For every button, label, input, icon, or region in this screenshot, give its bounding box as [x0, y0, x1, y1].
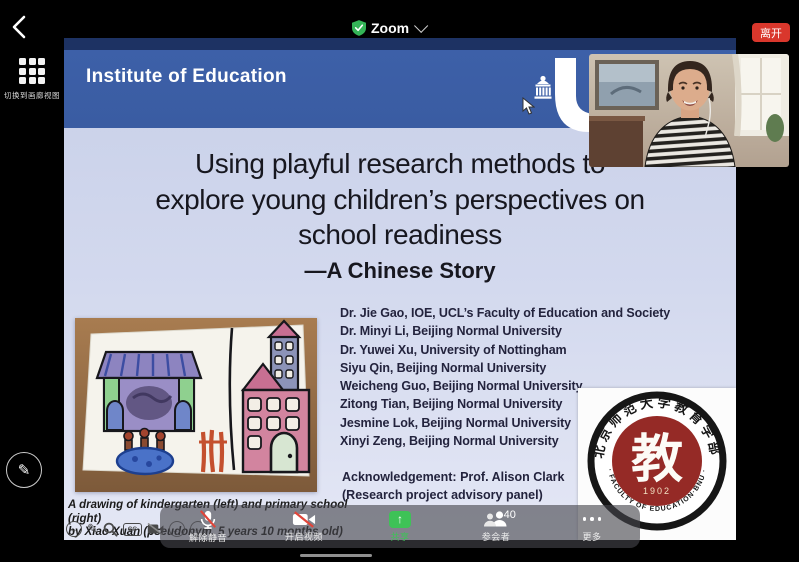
- more-dots-icon: [583, 511, 602, 528]
- more-label: 更多: [582, 530, 601, 543]
- framed-painting: [595, 60, 659, 110]
- participants-label: 参会者: [482, 530, 511, 543]
- closed-captions-icon: CC: [123, 523, 142, 536]
- magnifier-icon: [103, 522, 118, 537]
- unmute-label: 解除静音: [189, 531, 227, 544]
- participant-count: 40: [504, 509, 516, 521]
- switch-to-gallery-view-button[interactable]: 切换到画廊视图: [0, 58, 64, 101]
- author-line: Dr. Yuwei Xu, University of Nottingham: [340, 341, 670, 359]
- mouse-cursor: [522, 97, 535, 120]
- pencil-icon: ✎: [18, 461, 31, 479]
- start-video-button[interactable]: 开启视频: [256, 505, 352, 548]
- plant: [766, 114, 784, 142]
- zoom-meeting-screen: Zoom 离开 切换到画廊视图 ✎ Institute of Education: [0, 0, 799, 562]
- title-line: school readiness: [64, 217, 736, 253]
- acknowledgement: Acknowledgement: Prof. Alison Clark (Res…: [342, 468, 565, 504]
- gallery-view-label: 切换到画廊视图: [0, 90, 64, 101]
- more-button[interactable]: 更多: [544, 505, 640, 548]
- chevron-down-icon: [414, 19, 428, 33]
- chevron-left-icon: [8, 14, 32, 40]
- slide-draw-icon: ✎: [87, 521, 98, 537]
- home-indicator[interactable]: [300, 554, 372, 557]
- meeting-toolbar: 解除静音 开启视频 ↑ 共享 40 参会者 更多: [160, 505, 640, 548]
- share-label: 共享: [390, 530, 409, 543]
- slide-subtitle: —A Chinese Story: [64, 258, 736, 284]
- unmute-button[interactable]: 解除静音: [160, 505, 256, 548]
- gallery-grid-icon: [19, 58, 45, 84]
- acknowledgement-line2: (Research project advisory panel): [342, 486, 565, 504]
- meeting-title: Zoom: [371, 20, 409, 36]
- camera-off-icon: [292, 511, 316, 528]
- start-video-label: 开启视频: [285, 530, 323, 543]
- leave-meeting-button[interactable]: 离开: [752, 23, 790, 42]
- author-line: Dr. Minyi Li, Beijing Normal University: [340, 322, 670, 340]
- title-line: explore young children’s perspectives on: [64, 182, 736, 218]
- participants-button[interactable]: 40 参会者: [448, 505, 544, 548]
- seal-center-glyph: 教: [631, 431, 683, 489]
- back-button[interactable]: [8, 14, 32, 40]
- acknowledgement-label: Acknowledgement:: [342, 470, 457, 484]
- self-view-video-thumbnail[interactable]: [589, 54, 789, 167]
- annotate-button[interactable]: ✎: [6, 452, 42, 488]
- security-shield-icon: [352, 20, 366, 36]
- dresser: [589, 116, 645, 167]
- share-up-arrow-icon: ↑: [389, 511, 411, 528]
- acknowledgement-text: Prof. Alison Clark: [457, 470, 565, 484]
- seal-year: 1902: [643, 486, 671, 496]
- slide-back-icon: ←: [66, 521, 82, 537]
- microphone-muted-icon: [197, 510, 219, 529]
- author-line: Dr. Jie Gao, IOE, UCL’s Faculty of Educa…: [340, 304, 670, 322]
- child-drawing-photo: [75, 318, 317, 492]
- slide-top-strip: [64, 38, 736, 50]
- share-button[interactable]: ↑ 共享: [352, 505, 448, 548]
- author-line: Siyu Qin, Beijing Normal University: [340, 359, 670, 377]
- institution-name: Institute of Education: [86, 66, 287, 88]
- meeting-security-pill[interactable]: Zoom: [352, 18, 424, 38]
